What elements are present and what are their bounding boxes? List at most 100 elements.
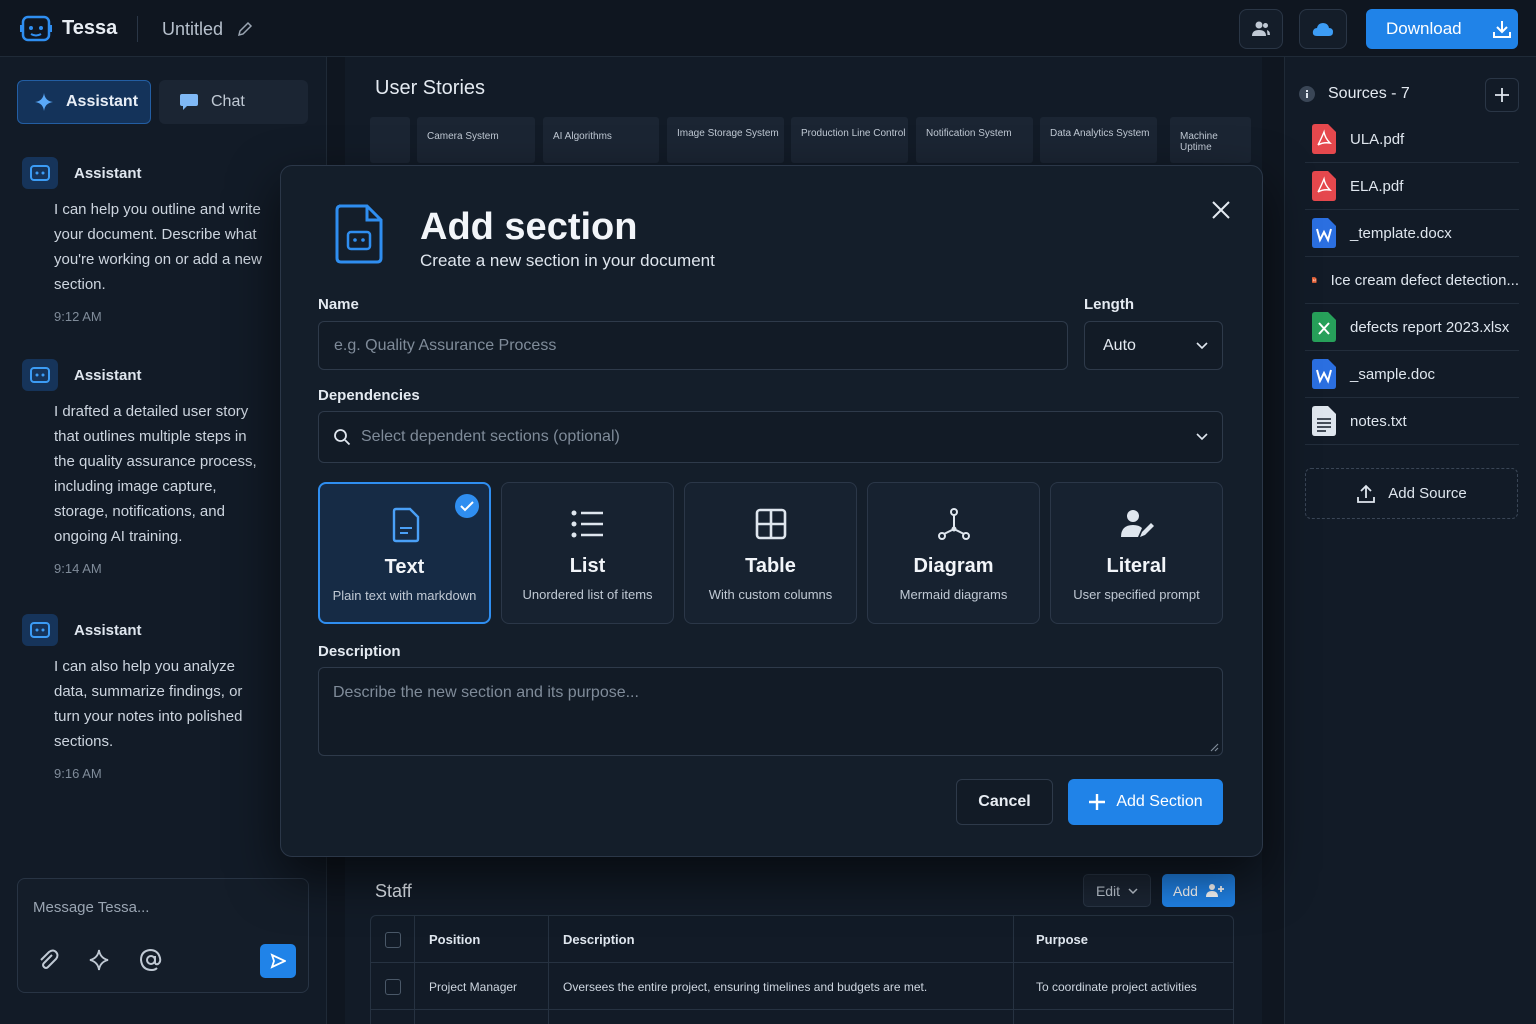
column-header[interactable]: Position <box>415 916 549 963</box>
source-item[interactable]: _template.docx <box>1305 210 1519 257</box>
add-section-button[interactable]: Add Section <box>1068 779 1223 825</box>
checkmark-icon <box>460 501 474 512</box>
add-source-button[interactable]: Add Source <box>1305 468 1518 519</box>
row-select-cell[interactable] <box>371 963 415 1010</box>
type-option-table[interactable]: Table With custom columns <box>684 482 857 624</box>
source-item[interactable]: Ice cream defect detection... <box>1305 257 1519 304</box>
source-name: _template.docx <box>1350 224 1452 242</box>
type-name: Text <box>384 556 425 578</box>
type-description: User specified prompt <box>1073 587 1200 602</box>
dependencies-placeholder: Select dependent sections (optional) <box>361 428 620 445</box>
selected-check <box>455 494 479 518</box>
message-composer[interactable]: Message Tessa... <box>17 878 309 993</box>
story-card[interactable]: AI Algorithms <box>543 117 659 163</box>
source-item[interactable]: defects report 2023.xlsx <box>1305 304 1519 351</box>
type-option-literal[interactable]: Literal User specified prompt <box>1050 482 1223 624</box>
upload-icon <box>1357 484 1376 503</box>
word-file-icon <box>1312 359 1336 389</box>
user-edit-icon <box>1121 510 1154 537</box>
story-card[interactable]: Production Line Control <box>791 117 908 163</box>
source-item[interactable]: ULA.pdf <box>1305 116 1519 163</box>
story-card[interactable]: Camera System <box>417 117 535 163</box>
table-icon <box>755 508 787 540</box>
dependencies-select[interactable]: Select dependent sections (optional) <box>318 411 1223 463</box>
story-card[interactable]: Data Analytics System <box>1040 117 1157 163</box>
source-name: notes.txt <box>1350 412 1407 430</box>
message-input[interactable]: Message Tessa... <box>33 899 149 916</box>
sources-title: Sources - 7 <box>1328 85 1410 102</box>
story-card[interactable]: Machine Uptime <box>1170 117 1251 163</box>
table-row[interactable]: Project Manager Oversees the entire proj… <box>371 963 1233 1010</box>
pencil-icon[interactable] <box>236 20 254 38</box>
edit-button[interactable]: Edit <box>1083 874 1151 907</box>
resize-handle-icon[interactable] <box>1209 742 1219 752</box>
cancel-button[interactable]: Cancel <box>956 779 1053 825</box>
message-text: I drafted a detailed user story that out… <box>54 403 257 545</box>
chevron-down-icon <box>1128 887 1138 894</box>
message-time: 9:14 AM <box>54 561 102 576</box>
type-option-diagram[interactable]: Diagram Mermaid diagrams <box>867 482 1040 624</box>
table-cell: Project Manager <box>415 963 549 1010</box>
column-header[interactable]: Description <box>549 916 1014 963</box>
add-source-label: Add Source <box>1388 485 1467 502</box>
chat-message: Assistant I can help you outline and wri… <box>22 157 272 337</box>
send-button[interactable] <box>260 944 296 978</box>
staff-table: Position Description Purpose Project Man… <box>370 915 1234 1024</box>
message-time: 9:12 AM <box>54 309 102 324</box>
column-header[interactable]: Purpose <box>1014 916 1233 963</box>
paperclip-icon[interactable] <box>35 947 61 973</box>
mention-icon[interactable] <box>138 947 164 973</box>
add-staff-button[interactable]: Add <box>1162 874 1235 907</box>
cloud-sync-button[interactable] <box>1299 9 1347 49</box>
checkbox[interactable] <box>385 931 401 948</box>
tab-label: Chat <box>211 93 245 110</box>
excel-file-icon <box>1312 312 1336 342</box>
source-item[interactable]: _sample.doc <box>1305 351 1519 398</box>
story-card[interactable] <box>370 117 410 163</box>
sparkle-icon <box>35 93 53 111</box>
message-author: Assistant <box>74 165 142 182</box>
source-item[interactable]: ELA.pdf <box>1305 163 1519 210</box>
type-option-text[interactable]: Text Plain text with markdown <box>318 482 491 624</box>
info-icon[interactable] <box>1298 85 1316 103</box>
checkbox[interactable] <box>385 978 401 995</box>
dependencies-label: Dependencies <box>318 387 420 404</box>
assistant-panel: Assistant Chat Assistant I can help you … <box>0 57 327 1024</box>
search-icon <box>334 429 351 446</box>
type-option-list[interactable]: List Unordered list of items <box>501 482 674 624</box>
description-textarea[interactable]: Describe the new section and its purpose… <box>318 667 1223 756</box>
add-source-plus-button[interactable] <box>1485 78 1519 112</box>
share-button[interactable] <box>1239 9 1283 49</box>
length-select[interactable]: Auto <box>1084 321 1223 370</box>
text-file-icon <box>1312 406 1336 436</box>
section-name-input[interactable]: e.g. Quality Assurance Process <box>318 321 1068 370</box>
document-title[interactable]: Untitled <box>162 19 223 40</box>
download-button[interactable]: Download <box>1366 9 1518 49</box>
close-icon[interactable] <box>1209 198 1233 222</box>
word-file-icon <box>1312 218 1336 248</box>
avatar <box>22 359 58 391</box>
presentation-file-icon <box>1312 277 1317 283</box>
user-plus-icon <box>1205 884 1224 897</box>
length-value: Auto <box>1103 336 1136 354</box>
avatar <box>22 157 58 189</box>
chevron-down-icon <box>1196 433 1208 441</box>
story-card[interactable]: Notification System <box>916 117 1033 163</box>
message-author: Assistant <box>74 622 142 639</box>
table-header-row: Position Description Purpose <box>371 916 1233 963</box>
cloud-icon <box>1312 23 1333 36</box>
message-author: Assistant <box>74 367 142 384</box>
type-description: Plain text with markdown <box>332 588 477 603</box>
source-name: _sample.doc <box>1350 365 1436 383</box>
pdf-file-icon <box>1312 124 1336 154</box>
sources-header: Sources - 7 <box>1298 85 1410 103</box>
story-card[interactable]: Image Storage System <box>667 117 784 163</box>
select-all-cell[interactable] <box>371 916 415 963</box>
source-item[interactable]: notes.txt <box>1305 398 1519 445</box>
dialog-title: Add section <box>420 206 638 248</box>
tab-assistant[interactable]: Assistant <box>17 80 151 124</box>
sparkle-icon[interactable] <box>87 947 113 973</box>
list-icon <box>571 510 603 538</box>
table-row[interactable] <box>371 1010 1233 1024</box>
tab-chat[interactable]: Chat <box>159 80 308 124</box>
